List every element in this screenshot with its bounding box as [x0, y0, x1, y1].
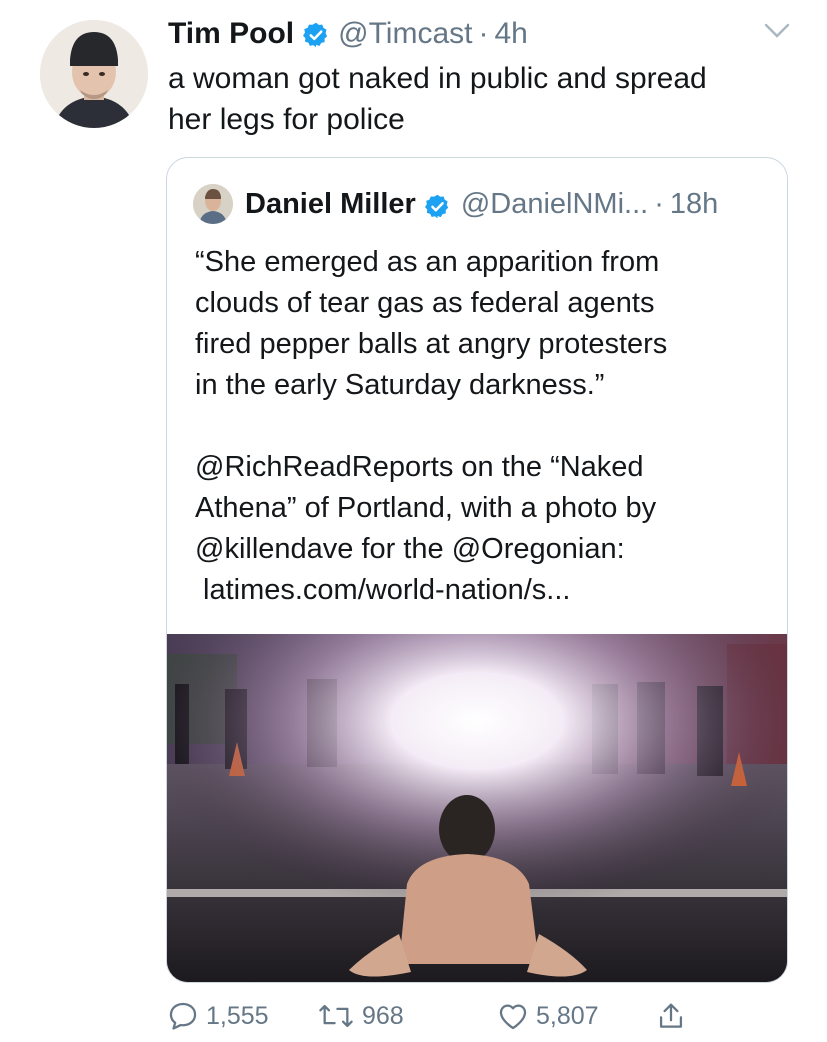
quoted-tweet-card[interactable]: Daniel Miller @DanielNMi... · 18h “She e…	[166, 157, 788, 983]
quoted-tweet-timestamp[interactable]: 18h	[670, 184, 718, 224]
verified-badge-icon	[302, 20, 330, 48]
header-separator: ·	[478, 17, 489, 50]
author-handle[interactable]: @Timcast	[338, 14, 472, 54]
quoted-text-line: @RichReadReports on the “Naked	[195, 451, 644, 483]
tweet-timestamp[interactable]: 4h	[494, 14, 527, 54]
quoted-text-line: “She emerged as an apparition from	[195, 246, 660, 278]
quoted-author-handle[interactable]: @DanielNMi...	[461, 184, 648, 224]
retweet-count: 968	[362, 1001, 404, 1030]
reply-count: 1,555	[206, 1001, 269, 1030]
quoted-author-avatar[interactable]	[193, 184, 233, 224]
quoted-tweet-photo[interactable]	[167, 634, 787, 982]
header-separator: ·	[654, 188, 664, 220]
quoted-text-line: @killendave for the @Oregonian:	[195, 533, 625, 565]
tweet-text: a woman got naked in public and spread h…	[168, 58, 788, 140]
quoted-text-line: Athena” of Portland, with a photo by	[195, 492, 657, 524]
reply-button[interactable]: 1,555	[166, 996, 269, 1036]
quoted-text-line: in the early Saturday darkness.”	[195, 369, 605, 401]
quoted-tweet-header: Daniel Miller @DanielNMi... · 18h	[193, 184, 718, 224]
tweet-text-line: her legs for police	[168, 103, 405, 136]
quoted-link[interactable]: latimes.com/world-nation/s...	[195, 570, 775, 611]
reply-icon	[169, 1002, 197, 1030]
share-button[interactable]	[654, 996, 694, 1036]
tweet-actions: 1,555 968 5,807	[166, 996, 706, 1036]
author-avatar[interactable]	[40, 20, 148, 128]
quoted-tweet-text: “She emerged as an apparition from cloud…	[195, 242, 775, 611]
like-count: 5,807	[536, 1001, 599, 1030]
quoted-text-line: clouds of tear gas as federal agents	[195, 287, 655, 319]
like-icon	[499, 1004, 527, 1030]
quoted-author-name[interactable]: Daniel Miller	[245, 184, 416, 224]
like-button[interactable]: 5,807	[496, 996, 599, 1036]
tweet-text-line: a woman got naked in public and spread	[168, 62, 707, 95]
chevron-down-icon[interactable]	[763, 22, 791, 40]
retweet-icon	[319, 1004, 353, 1028]
verified-badge-icon	[424, 191, 451, 218]
share-icon	[659, 1003, 683, 1028]
quoted-text-line: fired pepper balls at angry protesters	[195, 328, 668, 360]
tweet-header: Tim Pool @Timcast · 4h	[168, 14, 528, 54]
retweet-button[interactable]: 968	[316, 996, 404, 1036]
author-name[interactable]: Tim Pool	[168, 14, 294, 54]
